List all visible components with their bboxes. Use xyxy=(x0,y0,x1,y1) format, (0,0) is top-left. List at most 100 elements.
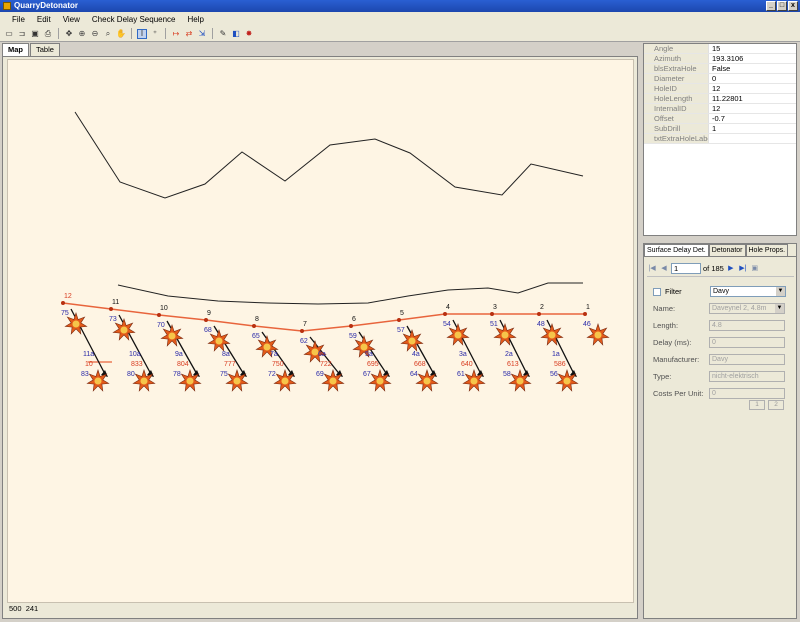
hole-depth-label: 64 xyxy=(410,371,418,378)
hole-marker xyxy=(204,318,208,322)
menu-edit[interactable]: Edit xyxy=(31,15,57,24)
property-grid[interactable]: Angle 15 Azimuth 193.3106 blsExtraHole False D… xyxy=(643,43,797,236)
detonator-star-icon-core xyxy=(470,377,478,385)
first-record-icon[interactable]: |◀ xyxy=(647,264,657,274)
property-row[interactable]: txtExtraHoleLabel xyxy=(644,134,796,144)
reverse-icon[interactable]: ⇄ xyxy=(184,29,194,39)
measure-icon[interactable]: ✎ xyxy=(218,29,228,39)
hole-label: 2a xyxy=(505,351,513,358)
property-row[interactable]: SubDrill 1 xyxy=(644,124,796,134)
hole-depth-label: 65 xyxy=(252,333,260,340)
property-value[interactable]: 11.22801 xyxy=(709,94,743,103)
property-value[interactable]: 1 xyxy=(709,124,716,133)
length-field[interactable]: 4.8 xyxy=(709,320,785,331)
add-hole-icon[interactable]: ⁺ xyxy=(150,29,160,39)
menu-file[interactable]: File xyxy=(6,15,31,24)
property-row[interactable]: HoleLength 11.22801 xyxy=(644,94,796,104)
open-icon[interactable]: ⊐ xyxy=(17,29,27,39)
hole-marker xyxy=(490,312,494,316)
new-icon[interactable]: ▭ xyxy=(4,29,14,39)
hole-label: 12 xyxy=(64,293,72,300)
fill-icon[interactable]: ◧ xyxy=(231,29,241,39)
toolbar-separator xyxy=(131,28,132,39)
property-row[interactable]: Angle 15 xyxy=(644,44,796,54)
manufacturer-label: Manufacturer: xyxy=(653,355,700,364)
property-row[interactable]: Diameter 0 xyxy=(644,74,796,84)
detonator-star-icon-core xyxy=(594,331,602,339)
name-select[interactable]: Daveynel 2, 4.8m ▼ xyxy=(709,303,785,314)
zoom-window-icon[interactable]: ⌕ xyxy=(103,29,113,39)
zoom-extent-icon[interactable]: ✥ xyxy=(64,29,74,39)
minimize-button[interactable]: _ xyxy=(766,1,776,11)
property-value[interactable]: 0 xyxy=(709,74,716,83)
property-row[interactable]: InternalID 12 xyxy=(644,104,796,114)
blast-map[interactable]: 12 75 11 73 10 70 9 68 8 65 7 62 6 59 5 57 4 54 3 51 2 48 1 46 1… xyxy=(8,60,635,604)
record-position-input[interactable]: 1 xyxy=(671,263,701,274)
property-value[interactable]: 15 xyxy=(709,44,720,53)
detonator-star-icon-core xyxy=(360,343,368,351)
detonator-star-icon-core xyxy=(454,331,462,339)
property-name: blsExtraHole xyxy=(644,64,709,73)
property-value[interactable]: 12 xyxy=(709,104,720,113)
property-row[interactable]: Offset -0.7 xyxy=(644,114,796,124)
hole-label: 10a xyxy=(129,351,141,358)
toolbar-separator xyxy=(58,28,59,39)
prev-record-icon[interactable]: ◀ xyxy=(659,264,669,274)
close-button[interactable]: x xyxy=(788,1,798,11)
delay-label: 640 xyxy=(461,361,473,368)
delay-field[interactable]: 0 xyxy=(709,337,785,348)
property-row[interactable]: HoleID 12 xyxy=(644,84,796,94)
zoom-in-icon[interactable]: ⊕ xyxy=(77,29,87,39)
cost-row: Costs Per Unit: 0 xyxy=(653,388,785,399)
hole-depth-label: 54 xyxy=(443,321,451,328)
save-record-icon[interactable]: ▣ xyxy=(750,264,760,274)
detonate-icon[interactable]: ✸ xyxy=(244,29,254,39)
name-row: Name: Daveynel 2, 4.8m ▼ xyxy=(653,303,785,314)
detonator-star-icon-core xyxy=(329,377,337,385)
property-value[interactable]: 12 xyxy=(709,84,720,93)
tab-detonator[interactable]: Detonator xyxy=(708,244,746,256)
detonator-star-icon-core xyxy=(168,332,176,340)
cost-field[interactable]: 0 xyxy=(709,388,785,399)
menu-check-delay-sequence[interactable]: Check Delay Sequence xyxy=(86,15,182,24)
page-2-button[interactable]: 2 xyxy=(768,400,784,410)
hole-depth-label: 51 xyxy=(490,321,498,328)
hole-label: 9 xyxy=(207,310,211,317)
save-icon[interactable]: ▣ xyxy=(30,29,40,39)
toolbar: ▭ ⊐ ▣ ⎙ ✥ ⊕ ⊖ ⌕ ✋ I ⁺ ↦ ⇄ ⇲ ✎ ◧ ✸ xyxy=(0,26,800,42)
map-canvas[interactable]: 12 75 11 73 10 70 9 68 8 65 7 62 6 59 5 57 4 54 3 51 2 48 1 46 1… xyxy=(7,59,634,603)
filter-select[interactable]: Davy ▼ xyxy=(710,286,786,297)
next-record-icon[interactable]: ▶ xyxy=(726,264,736,274)
tab-map[interactable]: Map xyxy=(2,43,29,56)
filter-checkbox[interactable] xyxy=(653,287,661,296)
property-value[interactable]: False xyxy=(709,64,730,73)
property-value[interactable] xyxy=(709,134,712,143)
map-panel: Map Table 12 75 11 73 10 70 9 68 8 65 7 62 6 59 5 57 4 54… xyxy=(2,43,638,619)
print-icon[interactable]: ⎙ xyxy=(43,29,53,39)
page-1-button[interactable]: 1 xyxy=(749,400,765,410)
last-record-icon[interactable]: ▶| xyxy=(738,264,748,274)
select-hole-icon[interactable]: I xyxy=(137,28,147,39)
tab-hole-props[interactable]: Hole Props. xyxy=(745,244,789,256)
property-value[interactable]: 193.3106 xyxy=(709,54,743,63)
export-icon[interactable]: ⇲ xyxy=(197,29,207,39)
tab-surface-delay[interactable]: Surface Delay Det. xyxy=(644,244,709,256)
connect-icon[interactable]: ↦ xyxy=(171,29,181,39)
pan-icon[interactable]: ✋ xyxy=(116,29,126,39)
type-field[interactable]: nicht-elektrisch xyxy=(709,371,785,382)
zoom-out-icon[interactable]: ⊖ xyxy=(90,29,100,39)
menu-view[interactable]: View xyxy=(57,15,86,24)
hole-depth-label: 73 xyxy=(109,316,117,323)
property-value[interactable]: -0.7 xyxy=(709,114,725,123)
property-row[interactable]: Azimuth 193.3106 xyxy=(644,54,796,64)
delay-label: 613 xyxy=(507,361,519,368)
hole-marker xyxy=(583,312,587,316)
tab-table[interactable]: Table xyxy=(30,43,60,56)
hole-label: 6a xyxy=(318,351,326,358)
manufacturer-field[interactable]: Davy xyxy=(709,354,785,365)
hole-label: 7 xyxy=(303,321,307,328)
maximize-button[interactable]: □ xyxy=(777,1,787,11)
hole-depth-label: 58 xyxy=(503,371,511,378)
menu-help[interactable]: Help xyxy=(182,15,210,24)
property-row[interactable]: blsExtraHole False xyxy=(644,64,796,74)
